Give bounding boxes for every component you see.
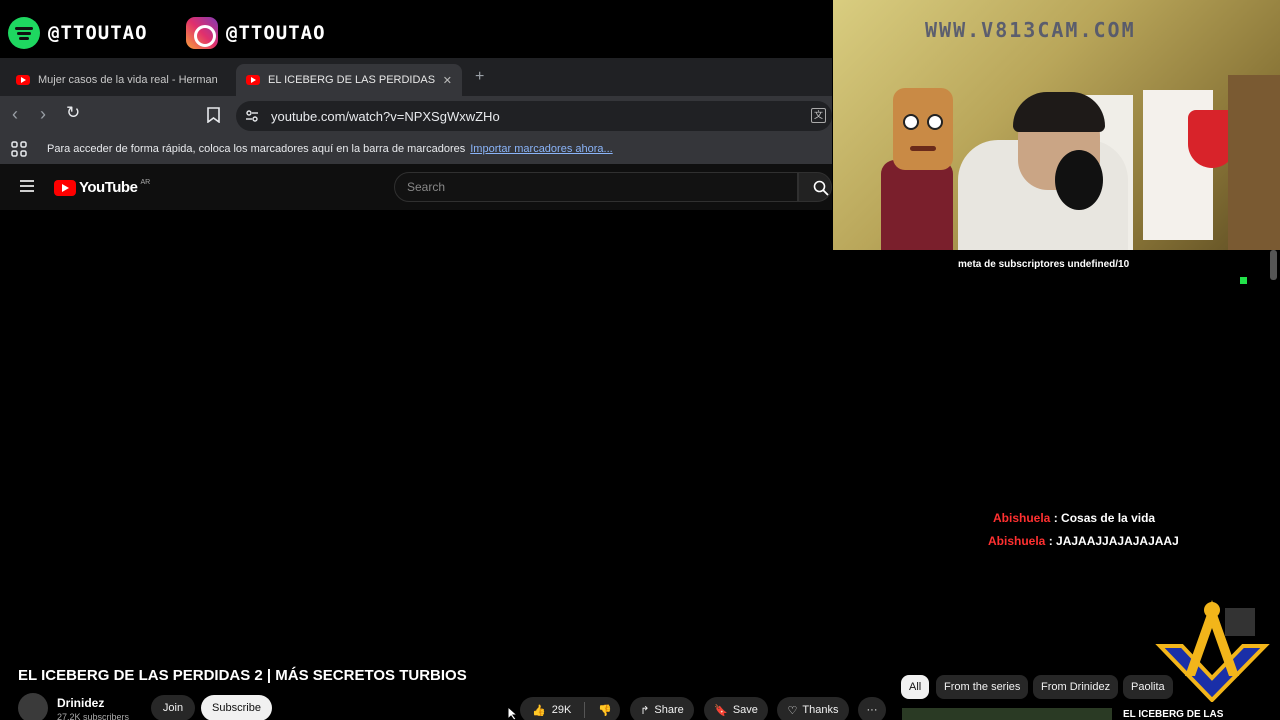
chat-message: Abishuela : JAJAAJJAJAJAJAAJ xyxy=(988,534,1179,548)
tab-mujer-casos[interactable]: Mujer casos de la vida real - Herman xyxy=(6,64,230,96)
instagram-handle: @TTOUTAO xyxy=(186,14,326,52)
thanks-label: Thanks xyxy=(802,704,839,716)
next-video-thumbnail[interactable] xyxy=(902,708,1112,720)
save-button[interactable]: 🔖 Save xyxy=(704,697,768,720)
close-tab-icon[interactable]: ✕ xyxy=(443,74,452,87)
new-tab-button[interactable]: + xyxy=(475,68,484,86)
chat-username: Abishuela xyxy=(988,534,1046,548)
search-input[interactable]: Search xyxy=(394,172,798,202)
tab-label: Mujer casos de la vida real - Herman xyxy=(38,74,218,86)
streamer-hair xyxy=(1013,92,1105,132)
save-icon: 🔖 xyxy=(714,704,728,717)
status-indicator xyxy=(1240,277,1247,284)
chip-all[interactable]: All xyxy=(901,675,930,699)
chip-from-series[interactable]: From the series xyxy=(936,675,1029,699)
youtube-logo-text: YouTube xyxy=(79,179,138,196)
spotify-icon xyxy=(8,17,40,49)
translate-icon[interactable]: 文 xyxy=(811,108,826,123)
url-text: youtube.com/watch?v=NPXSgWxwZHo xyxy=(271,108,500,124)
chip-label: All xyxy=(909,681,922,693)
youtube-favicon-icon xyxy=(16,75,30,85)
youtube-logo-icon xyxy=(54,179,76,196)
forward-icon[interactable]: › xyxy=(40,104,46,125)
chip-label: From the series xyxy=(944,681,1021,693)
divider xyxy=(584,702,586,718)
share-icon: ↱ xyxy=(640,704,650,717)
save-label: Save xyxy=(732,704,758,716)
cartoon-body xyxy=(881,160,953,250)
more-actions-button[interactable]: ··· xyxy=(858,697,886,720)
region-code: AR xyxy=(140,179,151,186)
search-button[interactable] xyxy=(798,172,832,202)
cartoon-face xyxy=(893,88,953,170)
subscribe-label: Subscribe xyxy=(212,702,261,714)
join-button[interactable]: Join xyxy=(151,695,195,720)
spotify-handle-text: @TTOUTAO xyxy=(48,22,148,44)
reload-icon[interactable]: ↻ xyxy=(66,103,80,123)
bookmarks-hint: Para acceder de forma rápida, coloca los… xyxy=(47,143,466,155)
chat-text: Cosas de la vida xyxy=(1061,511,1156,525)
tab-iceberg[interactable]: EL ICEBERG DE LAS PERDIDAS 2 ✕ xyxy=(236,64,462,96)
like-button[interactable]: 👍 29K xyxy=(532,704,571,717)
browser-window: Mujer casos de la vida real - Herman EL … xyxy=(0,58,832,210)
tab-bar: Mujer casos de la vida real - Herman EL … xyxy=(0,58,832,96)
address-bar[interactable]: youtube.com/watch?v=NPXSgWxwZHo 文 xyxy=(236,101,832,131)
dislike-button[interactable]: 👎 xyxy=(598,704,612,717)
scrollbar[interactable] xyxy=(1270,250,1277,280)
like-count: 29K xyxy=(551,704,572,716)
back-icon[interactable]: ‹ xyxy=(12,104,18,125)
search-icon xyxy=(813,180,829,196)
webcam-watermark: WWW.V813CAM.COM xyxy=(925,18,1136,42)
join-label: Join xyxy=(162,702,184,714)
bookmark-icon[interactable] xyxy=(207,107,220,123)
tab-label: EL ICEBERG DE LAS PERDIDAS 2 xyxy=(268,74,435,86)
chip-from-drinidez[interactable]: From Drinidez xyxy=(1033,675,1119,699)
channel-name[interactable]: Drinidez xyxy=(57,696,104,710)
instagram-handle-text: @TTOUTAO xyxy=(226,22,326,44)
chip-label: From Drinidez xyxy=(1041,681,1111,693)
channel-avatar[interactable] xyxy=(18,693,48,720)
streamer-logo xyxy=(1155,600,1270,702)
hanging-cloth xyxy=(1228,75,1280,250)
next-video-title[interactable]: EL ICEBERG DE LAS xyxy=(1123,709,1223,720)
apps-grid-icon[interactable] xyxy=(11,141,27,157)
site-settings-icon[interactable] xyxy=(245,110,259,122)
subscriber-goal: meta de subscriptores undefined/10 xyxy=(958,259,1130,270)
share-button[interactable]: ↱ Share xyxy=(630,697,694,720)
chat-text: JAJAAJJAJAJAJAAJ xyxy=(1056,534,1179,548)
subscriber-count: 27.2K subscribers xyxy=(57,712,130,720)
import-bookmarks-link[interactable]: Importar marcadores ahora... xyxy=(470,143,612,155)
subscribe-button[interactable]: Subscribe xyxy=(201,695,272,720)
youtube-header: YouTube AR Search xyxy=(0,164,832,210)
more-icon: ··· xyxy=(866,704,878,716)
thanks-button[interactable]: ♡ Thanks xyxy=(777,697,849,720)
share-label: Share xyxy=(654,704,684,716)
mouse-cursor-icon xyxy=(507,706,519,720)
like-dislike-group: 👍 29K 👎 xyxy=(520,697,620,720)
spotify-handle: @TTOUTAO xyxy=(8,14,148,52)
chat-message: Abishuela : Cosas de la vida xyxy=(993,511,1156,525)
search-placeholder: Search xyxy=(407,180,446,194)
chat-username: Abishuela xyxy=(993,511,1051,525)
webcam-feed: WWW.V813CAM.COM xyxy=(833,0,1280,250)
instagram-icon xyxy=(186,17,218,49)
bookmarks-bar: Para acceder de forma rápida, coloca los… xyxy=(0,134,832,164)
thumbs-down-icon: 👎 xyxy=(598,704,612,717)
microphone xyxy=(1055,150,1103,210)
youtube-favicon-icon xyxy=(246,75,260,85)
thumbs-up-icon: 👍 xyxy=(532,704,546,717)
video-title: EL ICEBERG DE LAS PERDIDAS 2 | MÁS SECRE… xyxy=(18,667,467,684)
browser-toolbar: ‹ › ↻ youtube.com/watch?v=NPXSgWxwZHo 文 xyxy=(0,96,832,134)
thanks-icon: ♡ xyxy=(787,704,798,717)
youtube-logo[interactable]: YouTube AR xyxy=(54,179,150,196)
menu-icon[interactable] xyxy=(20,180,34,192)
